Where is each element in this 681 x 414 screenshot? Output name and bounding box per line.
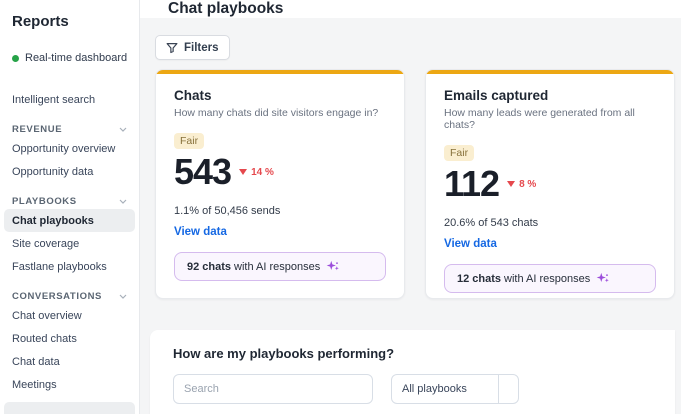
- sidebar-section-revenue[interactable]: REVENUE: [12, 124, 127, 135]
- sidebar-item-opportunity-overview[interactable]: Opportunity overview: [0, 137, 139, 160]
- chevron-down-icon: [119, 199, 127, 204]
- delta-percent: 14 %: [251, 166, 274, 178]
- fastlane-playbooks-label: Fastlane playbooks: [12, 260, 107, 273]
- sidebar-item-realtime-dashboard[interactable]: Real-time dashboard: [12, 52, 139, 64]
- sidebar-item-chat-overview[interactable]: Chat overview: [0, 304, 139, 327]
- filter-funnel-icon: [166, 42, 178, 53]
- rating-badge: Fair: [444, 145, 475, 161]
- playbooks-filter-dropdown[interactable]: All playbooks: [391, 374, 519, 404]
- arrow-down-icon: [507, 181, 516, 187]
- conversations-section-label: CONVERSATIONS: [12, 291, 102, 302]
- page-title: Chat playbooks: [168, 0, 284, 17]
- chevron-down-icon: [119, 294, 127, 299]
- sidebar-section-playbooks[interactable]: PLAYBOOKS: [12, 196, 127, 207]
- playbooks-performance-panel: How are my playbooks performing? All pla…: [150, 330, 675, 414]
- intelligent-search-label: Intelligent search: [12, 93, 96, 106]
- revenue-section-label: REVENUE: [12, 124, 63, 135]
- ai-responses-callout[interactable]: 92 chats with AI responses: [174, 252, 386, 281]
- sidebar-item-opportunity-data[interactable]: Opportunity data: [0, 160, 139, 183]
- main-area: Chat playbooks Filters Chats How many ch…: [140, 0, 681, 414]
- chevron-down-icon: [119, 127, 127, 132]
- ai-sparkle-icon: [326, 260, 340, 273]
- sidebar-item-fastlane-playbooks[interactable]: Fastlane playbooks: [0, 255, 139, 278]
- card-title: Emails captured: [444, 88, 549, 103]
- rating-badge: Fair: [174, 133, 205, 149]
- view-data-link[interactable]: View data: [174, 226, 227, 238]
- ai-text: with AI responses: [234, 260, 321, 273]
- sidebar-item-chat-playbooks[interactable]: Chat playbooks: [4, 209, 135, 232]
- sidebar-item-intelligent-search[interactable]: Intelligent search: [0, 88, 139, 111]
- reports-sidebar: Reports Real-time dashboard Intelligent …: [0, 0, 140, 414]
- sidebar-title: Reports: [12, 13, 69, 30]
- meetings-label: Meetings: [12, 378, 57, 391]
- sidebar-item-meetings[interactable]: Meetings: [0, 373, 139, 396]
- playbooks-section-label: PLAYBOOKS: [12, 196, 77, 207]
- chat-playbooks-label: Chat playbooks: [12, 214, 94, 227]
- ai-responses-callout[interactable]: 12 chats with AI responses: [444, 264, 656, 293]
- delta-indicator: 8 %: [507, 179, 536, 190]
- ai-count: 92 chats: [187, 260, 232, 273]
- sidebar-item-partial[interactable]: [4, 402, 135, 414]
- content-area: Filters Chats How many chats did site vi…: [140, 18, 681, 414]
- filters-button[interactable]: Filters: [155, 35, 230, 60]
- opportunity-overview-label: Opportunity overview: [12, 142, 116, 155]
- delta-indicator: 14 %: [239, 167, 274, 178]
- performance-section-title: How are my playbooks performing?: [173, 346, 395, 361]
- metric-card-chats: Chats How many chats did site visitors e…: [155, 69, 405, 299]
- card-subtitle: How many leads were generated from all c…: [444, 107, 635, 131]
- card-subtitle: How many chats did site visitors engage …: [174, 107, 379, 119]
- dropdown-chevron-zone: [498, 375, 518, 403]
- page-header: Chat playbooks: [140, 0, 681, 18]
- card-title: Chats: [174, 88, 212, 103]
- ai-count: 12 chats: [457, 272, 502, 285]
- filters-button-label: Filters: [184, 41, 219, 54]
- routed-chats-label: Routed chats: [12, 332, 77, 345]
- chat-data-label: Chat data: [12, 355, 60, 368]
- playbooks-search-input[interactable]: [173, 374, 373, 404]
- arrow-down-icon: [239, 169, 248, 175]
- view-data-link[interactable]: View data: [444, 238, 497, 250]
- ai-sparkle-icon: [596, 272, 610, 285]
- sidebar-item-site-coverage[interactable]: Site coverage: [0, 232, 139, 255]
- realtime-dashboard-label: Real-time dashboard: [25, 52, 128, 64]
- ai-text: with AI responses: [504, 272, 591, 285]
- dropdown-selected-value: All playbooks: [402, 383, 467, 395]
- metric-cards-row: Chats How many chats did site visitors e…: [155, 69, 675, 299]
- site-coverage-label: Site coverage: [12, 237, 80, 250]
- sidebar-item-chat-data[interactable]: Chat data: [0, 350, 139, 373]
- metric-value: 543: [174, 151, 232, 192]
- chat-overview-label: Chat overview: [12, 309, 82, 322]
- opportunity-data-label: Opportunity data: [12, 165, 94, 178]
- metric-value: 112: [444, 163, 500, 204]
- metric-context: 20.6% of 543 chats: [444, 217, 539, 229]
- online-status-dot-icon: [12, 54, 19, 62]
- delta-percent: 8 %: [519, 178, 537, 190]
- sidebar-item-routed-chats[interactable]: Routed chats: [0, 327, 139, 350]
- sidebar-section-conversations[interactable]: CONVERSATIONS: [12, 291, 127, 302]
- metric-context: 1.1% of 50,456 sends: [174, 205, 281, 217]
- metric-card-emails-captured: Emails captured How many leads were gene…: [425, 69, 675, 299]
